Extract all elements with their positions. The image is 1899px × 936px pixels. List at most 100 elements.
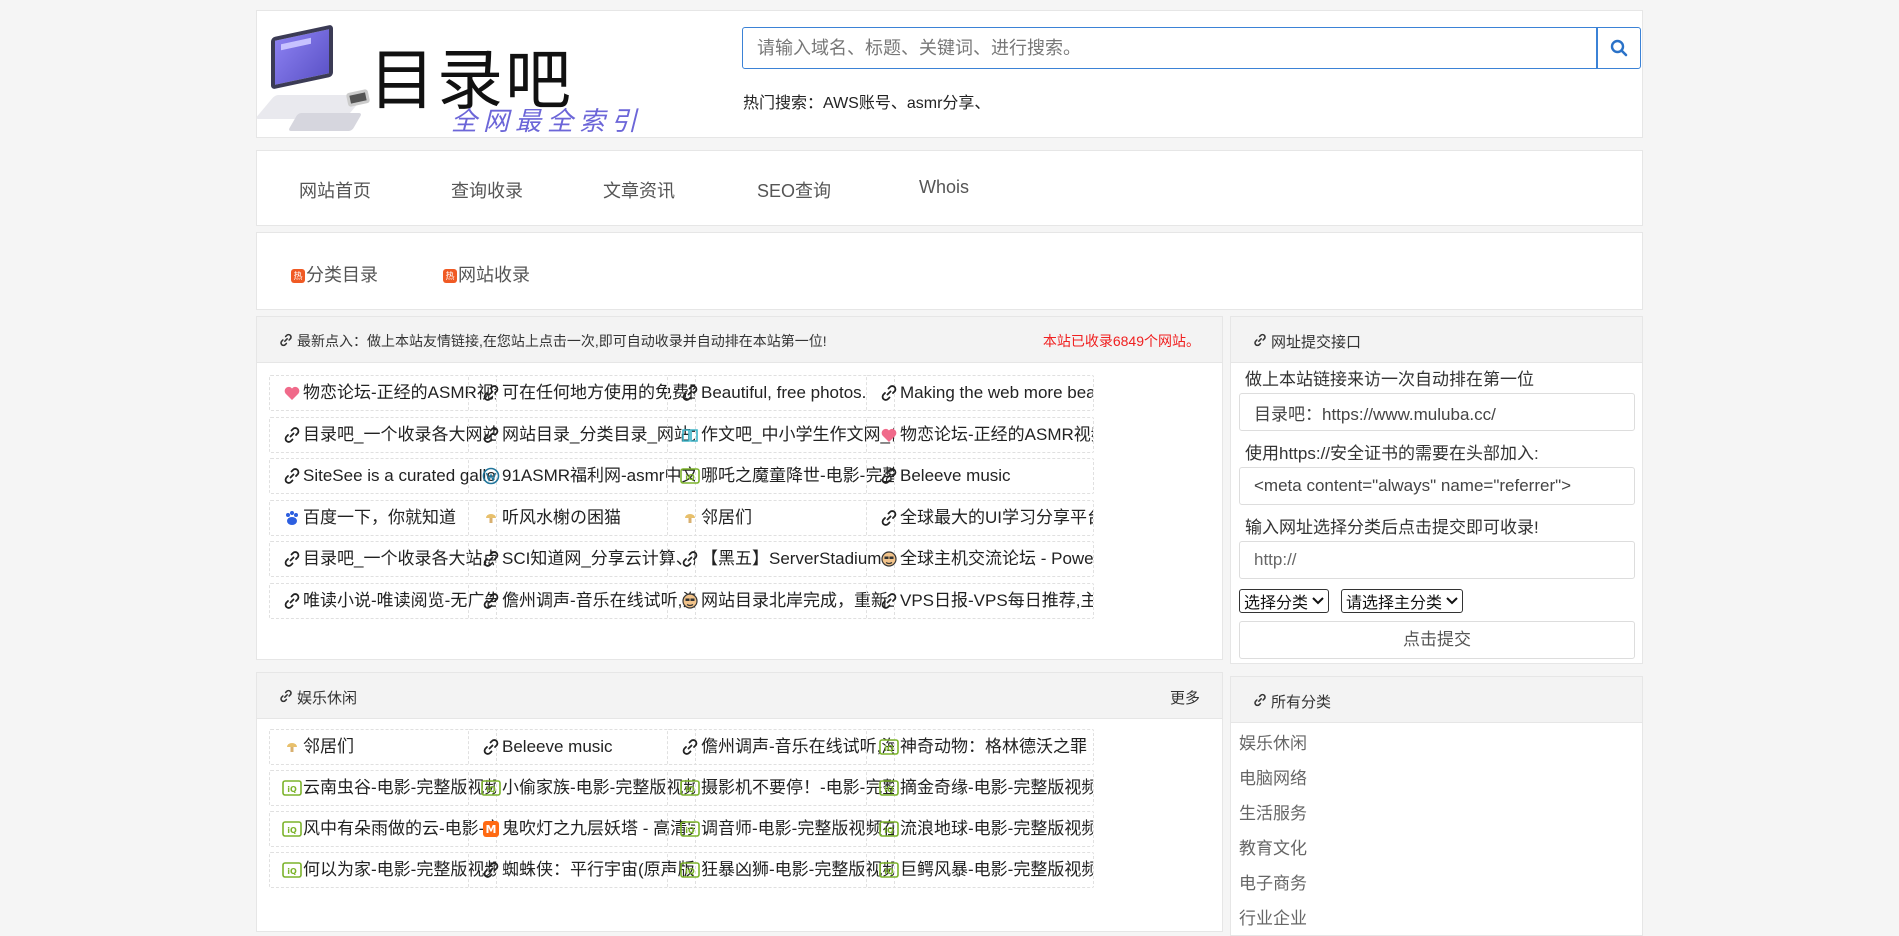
meta-tag-display[interactable]: <meta content="always" name="referrer"> [1239, 467, 1635, 505]
site-link-item[interactable]: iQ 巨鳄风暴-电影-完整版视频 [866, 852, 1094, 888]
nav-item-seo[interactable]: SEO查询 [757, 177, 831, 203]
site-link-item[interactable]: 物恋论坛-正经的ASMR视频分享 [866, 416, 1094, 453]
entertainment-panel: 娱乐休闲 更多 邻居们 Beleeve music 儋州调声-音乐在线试听,海南 iQ… [256, 672, 1223, 932]
heart-icon [879, 425, 899, 445]
site-link-item[interactable]: Beautiful, free photos. [667, 375, 895, 411]
hot-search[interactable]: 热门搜索：AWS账号、asmr分享、 [743, 89, 990, 113]
site-link-item[interactable]: iQ 摄影机不要停！-电影-完整版 [667, 770, 895, 806]
category-item[interactable]: 教育文化 [1239, 834, 1307, 859]
site-link-item[interactable]: Beleeve music [866, 458, 1094, 494]
site-link-item[interactable]: 全球主机交流论坛 - Powered [866, 541, 1094, 577]
site-link-item[interactable]: SiteSee is a curated gallery [269, 458, 497, 494]
site-link-label: 流浪地球-电影-完整版视频 [900, 819, 1094, 838]
search-icon [1610, 39, 1628, 57]
site-url-display[interactable]: 目录吧：https://www.muluba.cc/ [1239, 393, 1635, 431]
site-link-item[interactable]: Making the web more beautiful [866, 375, 1094, 411]
site-link-item[interactable]: 蜘蛛侠：平行宇宙(原声版) [468, 852, 696, 888]
site-link-item[interactable]: iQ 何以为家-电影-完整版视频 [269, 852, 497, 888]
site-link-item[interactable]: iQ风中有朵雨做的云-电影-完整版 [269, 811, 497, 847]
site-link-item[interactable]: iQ 哪吒之魔童降世-电影-完整版 [667, 458, 895, 494]
site-link-item[interactable]: 目录吧_一个收录各大网站的目录 [269, 416, 497, 453]
submit-button[interactable]: 点击提交 [1239, 621, 1635, 659]
site-link-item[interactable]: 物恋论坛-正经的ASMR视频分享 [269, 375, 497, 411]
site-link-item[interactable]: 邻居们 [667, 499, 895, 536]
svg-text:iQ: iQ [884, 744, 894, 753]
subnav-item-sites[interactable]: 热 网站收录 [443, 261, 530, 287]
category-item[interactable]: 行业企业 [1239, 904, 1307, 929]
latest-panel: 最新点入：做上本站友情链接,在您站上点击一次,即可自动收录并自动排在本站第一位!… [256, 316, 1223, 660]
submit-line-3: 输入网址选择分类后点击提交即可收录! [1245, 518, 1539, 537]
site-link-item[interactable]: 儋州调声-音乐在线试听,海南 [468, 582, 696, 619]
baidu-paw-icon [282, 508, 302, 528]
latest-title-text: 最新点入：做上本站友情链接,在您站上点击一次,即可自动收录并自动排在本站第一位! [297, 333, 827, 349]
site-link-item[interactable]: iQ 摘金奇缘-电影-完整版视频 [866, 770, 1094, 806]
nav-item-whois[interactable]: Whois [919, 177, 969, 198]
site-link-item[interactable]: 作文吧_中小学生作文网_作文大全 [667, 416, 895, 453]
subnav-label: 分类目录 [306, 265, 378, 285]
svg-text:iQ: iQ [884, 826, 894, 835]
iqiyi-icon: iQ [282, 778, 302, 798]
site-link-item[interactable]: M鬼吹灯之九层妖塔 - 高清完整版 [468, 811, 696, 847]
site-link-item[interactable]: 【黑五】ServerStadium：美国 [667, 541, 895, 577]
site-link-label: Beleeve music [502, 737, 613, 756]
site-link-item[interactable]: 邻居们 [269, 729, 497, 765]
site-link-label: 全球主机交流论坛 - Powered [900, 549, 1094, 568]
site-link-item[interactable]: iQ 云南虫谷-电影-完整版视频 [269, 770, 497, 806]
svg-text:iQ: iQ [287, 826, 297, 835]
more-link[interactable]: 更多 [1170, 687, 1200, 708]
site-link-label: 邻居们 [303, 737, 354, 756]
site-link-item[interactable]: 网站目录_分类目录_网站大全 [468, 416, 696, 453]
site-link-item[interactable]: 唯读小说-唯读阅览-无广告小说 [269, 582, 497, 619]
site-link-item[interactable]: VPS日报-VPS每日推荐,主机 [866, 582, 1094, 619]
category-item[interactable]: 电子商务 [1239, 869, 1307, 894]
search-button[interactable] [1597, 27, 1641, 69]
site-link-item[interactable]: 网站目录北岸完成，重新上线 [667, 582, 895, 619]
subnav-item-categories[interactable]: 热 分类目录 [291, 261, 378, 287]
site-link-item[interactable]: iQ 流浪地球-电影-完整版视频 [866, 811, 1094, 847]
link-icon [879, 466, 899, 486]
header: 目录吧 全网最全索引 热门搜索：AWS账号、asmr分享、 [254, 10, 1643, 138]
site-link-item[interactable]: SCI知道网_分享云计算、服务器 [468, 541, 696, 577]
site-logo[interactable]: 目录吧 全网最全索引 [254, 17, 665, 137]
site-link-label: Beleeve music [900, 466, 1011, 485]
link-icon [282, 466, 302, 486]
site-link-item[interactable]: Beleeve music [468, 729, 696, 765]
site-link-item[interactable]: 百度一下，你就知道 [269, 499, 497, 536]
site-link-item[interactable]: 儋州调声-音乐在线试听,海南 [667, 729, 895, 765]
submit-title-text: 网址提交接口 [1271, 334, 1362, 351]
iqiyi-icon: iQ [282, 819, 302, 839]
mushroom-icon [680, 508, 700, 528]
nav-item-query[interactable]: 查询收录 [451, 177, 523, 203]
site-link-item[interactable]: 可在任何地方使用的免费图片 [468, 375, 696, 411]
category-item[interactable]: 生活服务 [1239, 799, 1307, 824]
nav-item-articles[interactable]: 文章资讯 [603, 177, 675, 203]
site-link-item[interactable]: 听风水榭の困猫 [468, 499, 696, 536]
categories-header: 所有分类 [1231, 677, 1642, 723]
site-link-item[interactable]: 目录吧_一个收录各大站点的目录 [269, 541, 497, 577]
svg-text:iQ: iQ [884, 867, 894, 876]
site-link-label: 全球最大的UI学习分享平台 [900, 507, 1094, 527]
nav-item-home[interactable]: 网站首页 [299, 177, 371, 203]
site-link-item[interactable]: iQ 狂暴凶狮-电影-完整版视频 [667, 852, 895, 888]
category-item[interactable]: 电脑网络 [1239, 764, 1307, 789]
site-link-item[interactable]: iQ 小偷家族-电影-完整版视频 [468, 770, 696, 806]
site-link-item[interactable]: 91ASMR福利网-asmr中文音声 [468, 458, 696, 494]
svg-text:iQ: iQ [287, 785, 297, 794]
link-icon [879, 508, 899, 528]
svg-text:iQ: iQ [685, 785, 695, 794]
site-link-item[interactable]: iQ 调音师-电影-完整版视频在线 [667, 811, 895, 847]
search-input[interactable] [742, 27, 1597, 69]
category-item[interactable]: 娱乐休闲 [1239, 729, 1307, 754]
url-input[interactable]: http:// [1239, 541, 1635, 579]
link-icon [282, 425, 302, 445]
svg-text:iQ: iQ [685, 826, 695, 835]
site-link-label: 百度一下，你就知道 [303, 507, 456, 527]
logo-slogan: 全网最全索引 [451, 107, 644, 137]
site-link-item[interactable]: 全球最大的UI学习分享平台 [866, 499, 1094, 536]
link-icon [279, 689, 293, 707]
categories-title-text: 所有分类 [1271, 694, 1332, 711]
hot-badge-icon: 热 [443, 269, 457, 283]
main-category-select[interactable]: 请选择主分类 [1341, 589, 1464, 613]
site-link-item[interactable]: iQ 神奇动物：格林德沃之罪 [866, 729, 1094, 765]
category-select[interactable]: 选择分类 [1239, 589, 1330, 613]
